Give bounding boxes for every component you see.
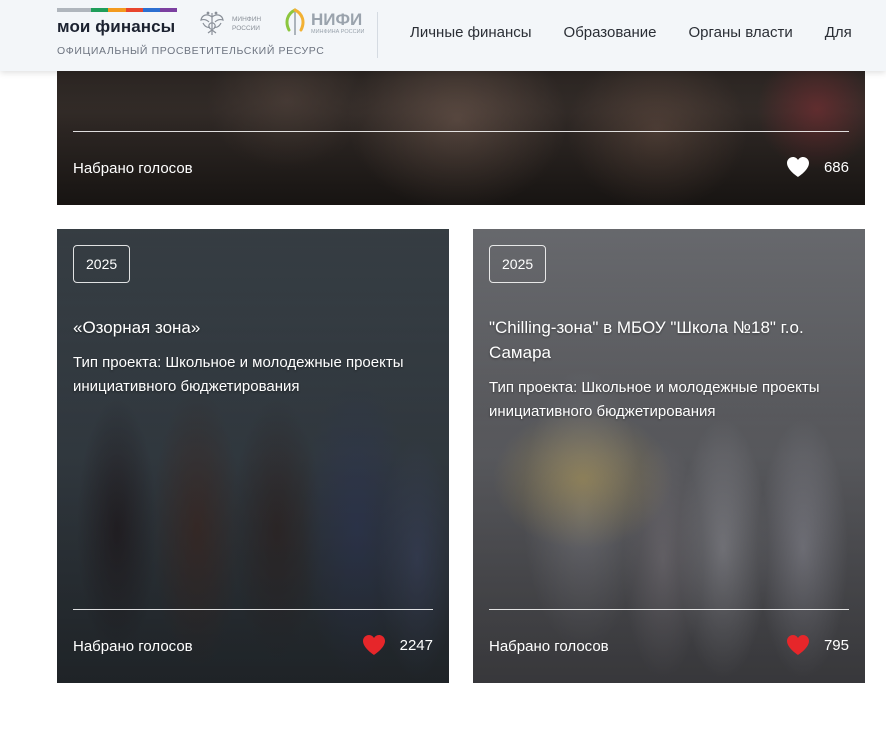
card-divider — [73, 609, 433, 610]
nifi-subtitle: МИНФИНА РОССИИ — [311, 29, 365, 35]
minfin-label: МИНФИН РОССИИ — [232, 16, 262, 32]
nav-item-personal-finance[interactable]: Личные финансы — [410, 24, 532, 41]
nifi-name: НИФИ — [311, 10, 363, 29]
heart-icon[interactable] — [786, 156, 810, 178]
votes-block: 686 — [786, 156, 849, 178]
nifi-logo-icon[interactable] — [283, 8, 307, 36]
year-badge: 2025 — [489, 245, 547, 283]
project-card-chilling-zona[interactable]: 2025 "Chilling-зона" в МБОУ "Школа №18" … — [473, 229, 865, 683]
header-divider — [377, 12, 378, 58]
votes-label: Набрано голосов — [73, 638, 193, 655]
logo-subtitle: ОФИЦИАЛЬНЫЙ ПРОСВЕТИТЕЛЬСКИЙ РЕСУРС — [57, 45, 325, 57]
nav-item-authorities[interactable]: Органы власти — [689, 24, 793, 41]
project-card-ozornaya-zona[interactable]: 2025 «Озорная зона» Тип проекта: Школьно… — [57, 229, 449, 683]
votes-count: 795 — [823, 636, 849, 654]
logo-stripes — [57, 8, 177, 12]
votes-count: 2247 — [399, 636, 433, 654]
card-divider — [489, 609, 849, 610]
logo-stripe — [159, 8, 177, 12]
main-nav: Личные финансы Образование Органы власти… — [410, 24, 852, 41]
votes-label: Набрано голосов — [73, 160, 193, 177]
project-type: Тип проекта: Школьное и молодежные проек… — [489, 379, 820, 420]
logo-stripe — [57, 8, 92, 12]
year-badge: 2025 — [73, 245, 131, 283]
heart-icon[interactable] — [786, 634, 810, 656]
votes-block: 795 — [786, 634, 849, 656]
card-divider — [73, 131, 849, 132]
logo-stripe — [142, 8, 160, 12]
project-title[interactable]: «Озорная зона» — [73, 315, 433, 340]
card-photo-overlay — [473, 229, 865, 683]
votes-label: Набрано голосов — [489, 638, 609, 655]
nav-item-education[interactable]: Образование — [564, 24, 657, 41]
votes-block: 2247 — [362, 634, 433, 656]
card-photo-overlay — [57, 229, 449, 683]
nav-item-for[interactable]: Для — [825, 24, 852, 41]
project-title[interactable]: "Chilling-зона" в МБОУ "Школа №18" г.о. … — [489, 315, 849, 365]
project-type: Тип проекта: Школьное и молодежные проек… — [73, 354, 404, 395]
heart-icon[interactable] — [362, 634, 386, 656]
logo-stripe — [125, 8, 143, 12]
logo-stripe — [91, 8, 109, 12]
minfin-emblem-icon[interactable] — [197, 9, 227, 39]
site-header: мои финансы ОФИЦИАЛЬНЫЙ ПРОСВЕТИТЕЛЬСКИЙ… — [0, 0, 886, 71]
votes-count: 686 — [823, 158, 849, 176]
logo-stripe — [108, 8, 126, 12]
logo-title[interactable]: мои финансы — [57, 17, 175, 37]
